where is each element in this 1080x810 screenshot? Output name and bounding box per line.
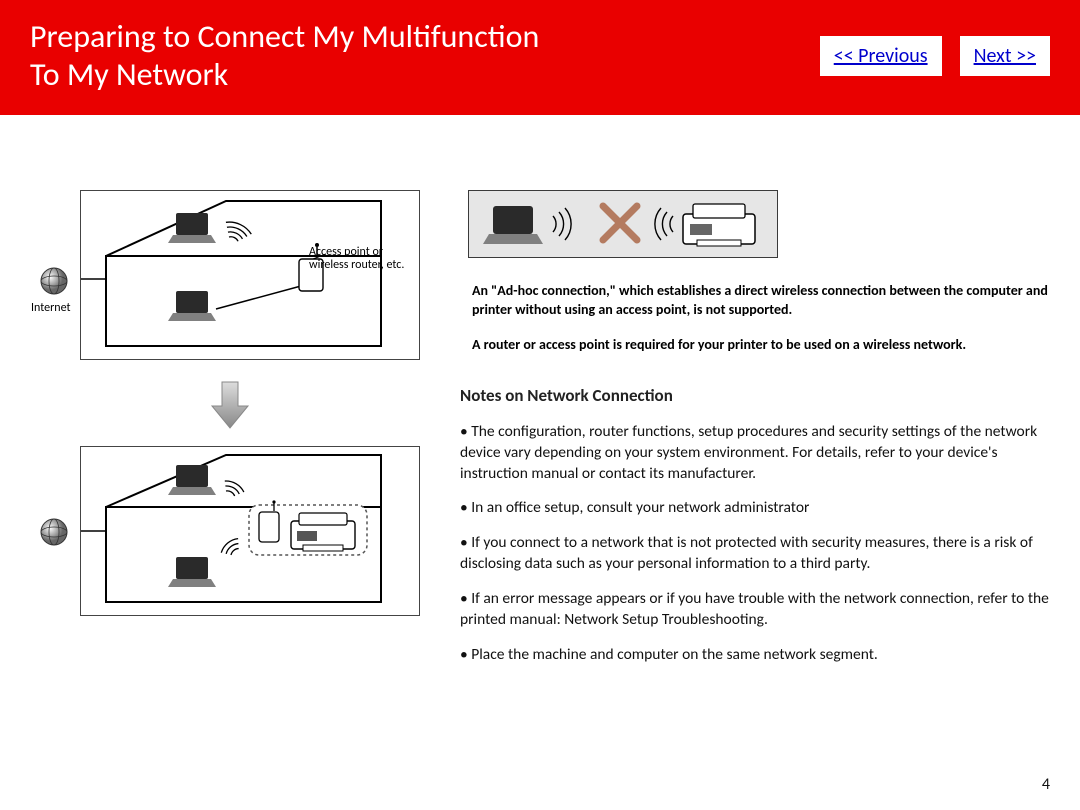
- title-line-2: To My Network: [30, 55, 228, 94]
- section-title: Notes on Network Connection: [460, 385, 1050, 406]
- bullet-5: • Place the machine and computer on the …: [460, 645, 1050, 666]
- right-column: An "Ad-hoc connection," which establishe…: [460, 190, 1050, 680]
- internet-icon-2: [39, 517, 69, 547]
- adhoc-svg: [473, 194, 773, 254]
- internet-label: Internet: [31, 301, 71, 315]
- bullet-1: • The configuration, router functions, s…: [460, 422, 1050, 485]
- bullet-4: • If an error message appears or if you …: [460, 589, 1050, 631]
- content-area: Access point or wireless router, etc. In…: [0, 115, 1080, 680]
- bold-note-2: A router or access point is required for…: [460, 336, 1050, 355]
- next-button[interactable]: Next >>: [960, 36, 1050, 76]
- left-column: Access point or wireless router, etc. In…: [30, 190, 430, 680]
- diagram-adhoc-unsupported: [468, 190, 778, 258]
- access-point-label: Access point or wireless router, etc.: [309, 246, 405, 272]
- bullet-2: • In an office setup, consult your netwo…: [460, 498, 1050, 519]
- diagram-1-svg: [81, 191, 421, 361]
- internet-icon: [39, 266, 69, 296]
- page-number: 4: [1042, 775, 1050, 794]
- bold-note-1: An "Ad-hoc connection," which establishe…: [460, 282, 1050, 320]
- diagram-2-svg: [81, 447, 421, 617]
- previous-button[interactable]: << Previous: [820, 36, 942, 76]
- diagram-house-access-point: Access point or wireless router, etc. In…: [80, 190, 420, 360]
- title-line-1: Preparing to Connect My Multifunction: [30, 17, 539, 56]
- header-banner: Preparing to Connect My Multifunction To…: [0, 0, 1080, 115]
- nav-buttons: << Previous Next >>: [820, 36, 1050, 76]
- diagram-house-printer: [80, 446, 420, 616]
- bullet-3: • If you connect to a network that is no…: [460, 533, 1050, 575]
- arrow-down-icon: [210, 380, 250, 430]
